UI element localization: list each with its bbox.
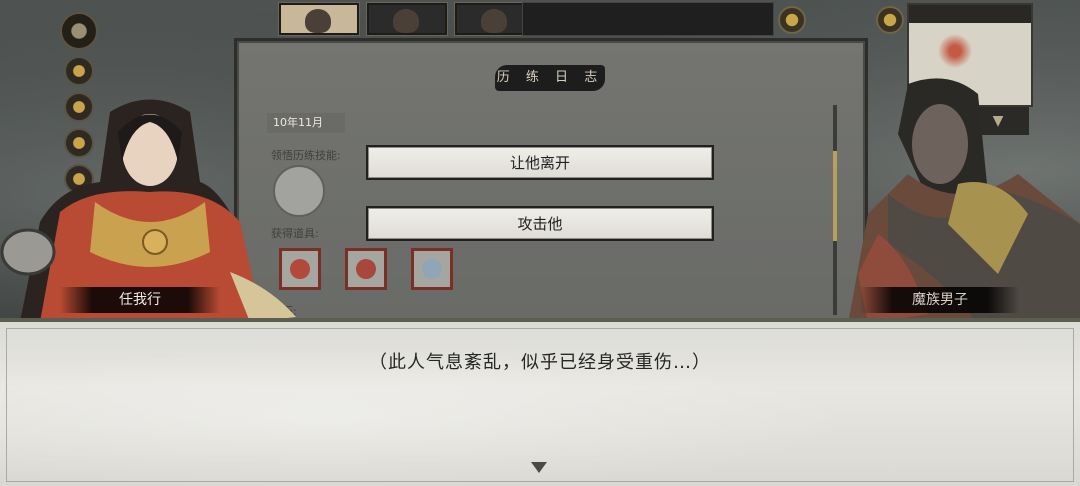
coin-icon[interactable]	[778, 6, 806, 34]
choice-button-attack[interactable]: 攻击他	[366, 206, 714, 241]
choice-button-leave[interactable]: 让他离开	[366, 145, 714, 180]
item-slot[interactable]	[345, 248, 387, 290]
item-icon	[356, 259, 376, 279]
journal-title: 历 练 日 志	[495, 65, 605, 91]
item-icon	[422, 259, 442, 279]
dialogue-box[interactable]: （此人气息紊乱，似乎已经身受重伤…）	[0, 318, 1080, 486]
party-tab[interactable]	[278, 2, 360, 36]
portrait-icon	[393, 9, 419, 33]
speaker-name-left: 任我行	[60, 287, 220, 313]
top-status-bar	[522, 2, 774, 36]
settings-icon[interactable]	[876, 6, 904, 34]
menu-icon[interactable]	[64, 56, 94, 86]
portrait-icon	[481, 9, 507, 33]
dialogue-text: （此人气息紊乱，似乎已经身受重伤…）	[369, 352, 711, 373]
journal-panel: 历 练 日 志 10年11月 领悟历练技能: 获得道具: 经历:	[234, 38, 868, 334]
party-tabs	[278, 2, 536, 36]
next-arrow-icon[interactable]	[531, 462, 547, 473]
portrait-icon	[305, 9, 331, 33]
speaker-name-right: 魔族男子	[860, 287, 1020, 313]
minimap-title-bar	[909, 5, 1031, 23]
bag-icon[interactable]	[60, 12, 98, 50]
item-slot[interactable]	[411, 248, 453, 290]
party-tab[interactable]	[366, 2, 448, 36]
scrollbar-thumb[interactable]	[833, 151, 837, 241]
map-location-marker	[935, 31, 975, 71]
